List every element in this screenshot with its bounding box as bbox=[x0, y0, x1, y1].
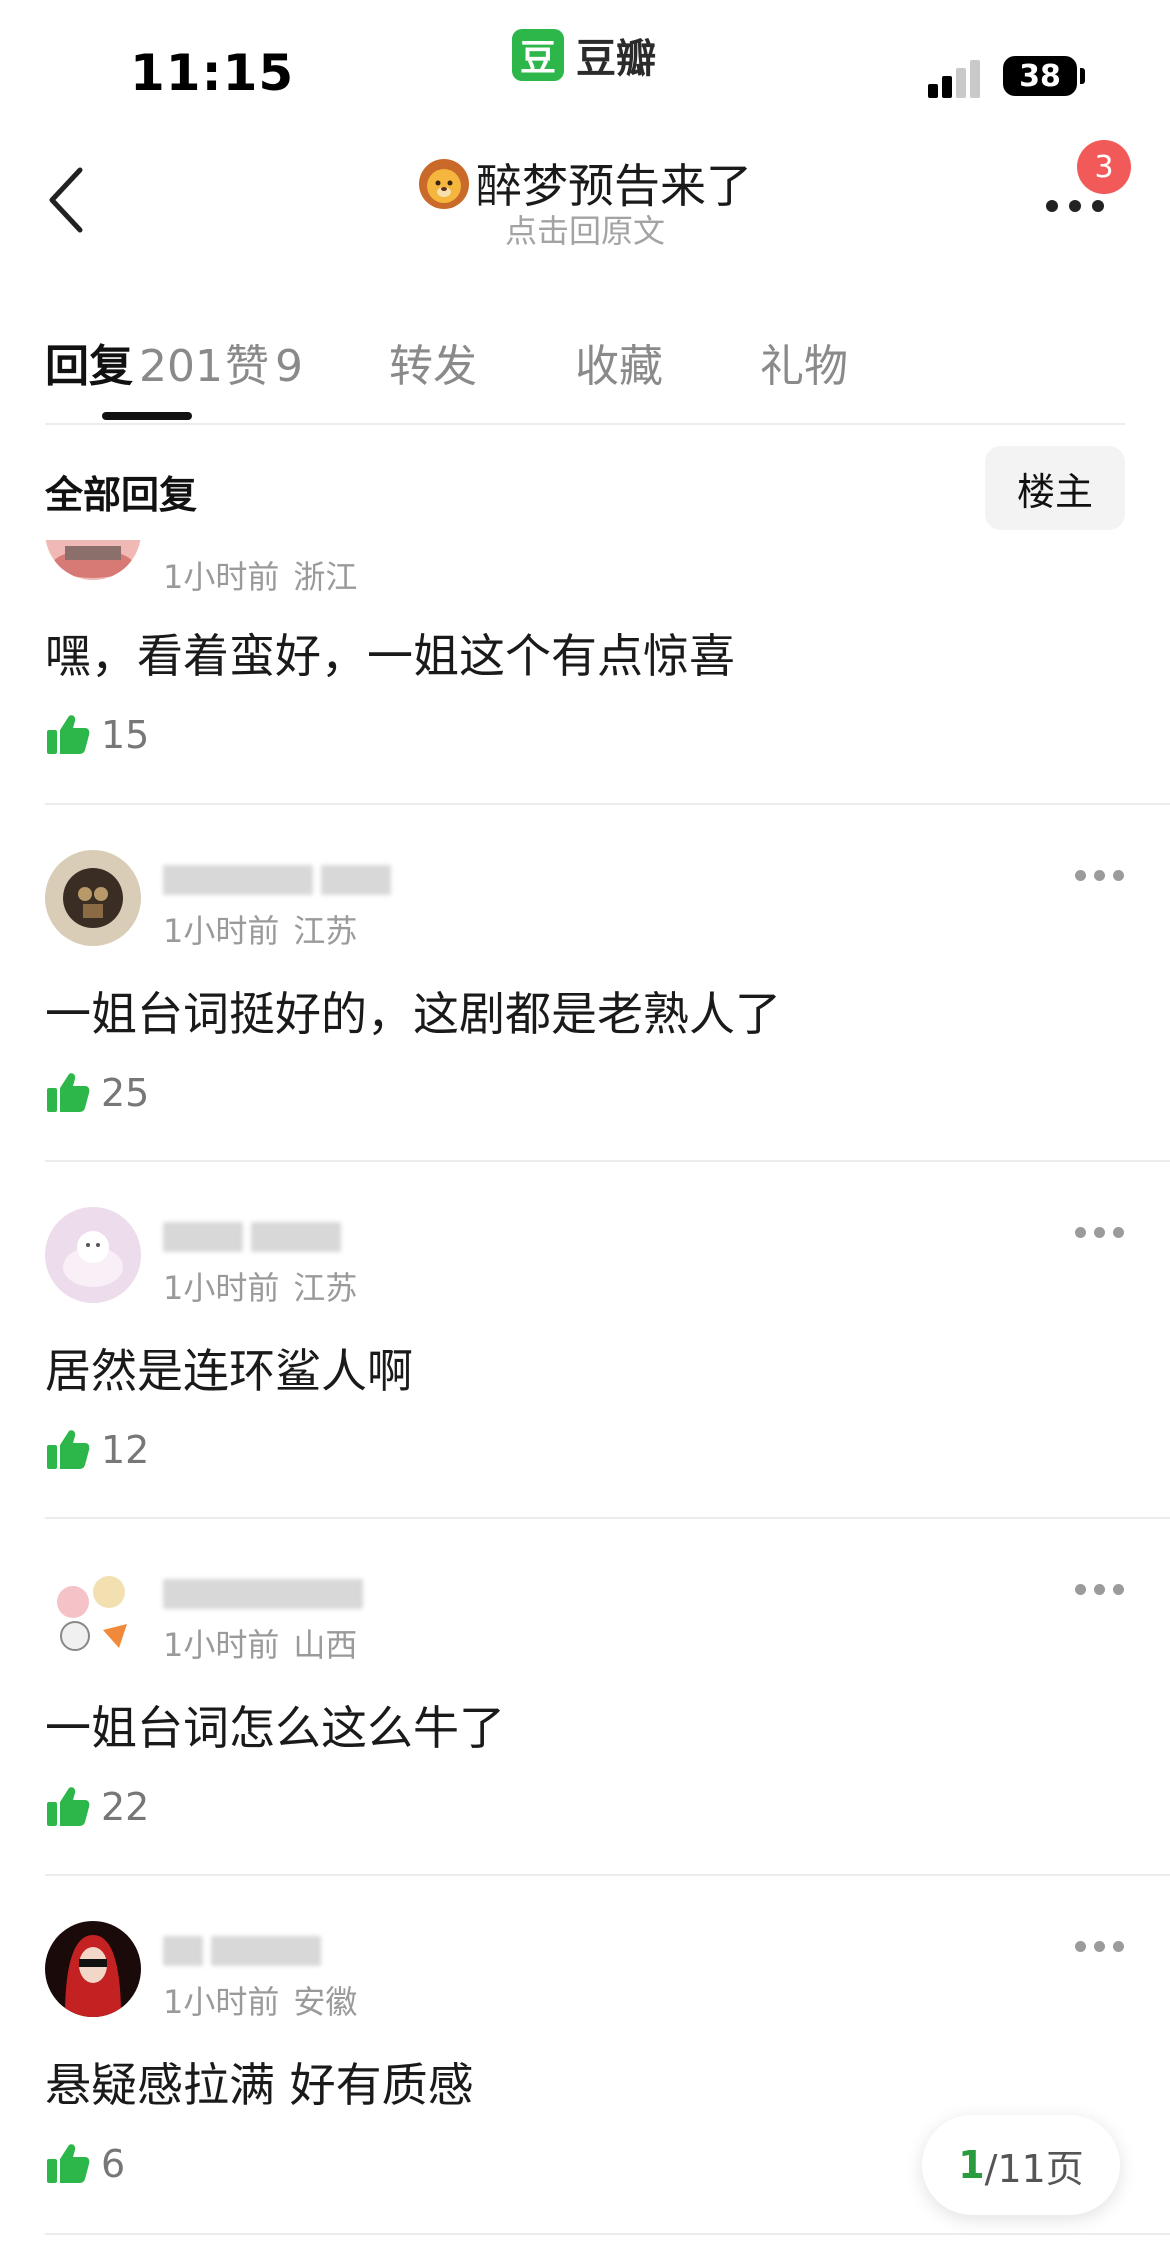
tab-reposts[interactable]: 转发 bbox=[389, 330, 477, 394]
comment-text: 悬疑感拉满 好有质感 bbox=[45, 2058, 474, 2112]
avatar[interactable] bbox=[45, 1921, 141, 2017]
status-time: 11:15 bbox=[130, 44, 295, 102]
avatar[interactable] bbox=[45, 1564, 141, 1660]
comment-meta: 1小时前 山西 bbox=[163, 1626, 358, 1664]
comment-item: 1小时前 江苏 居然是连环鲨人啊 12 bbox=[45, 1163, 1170, 1518]
current-page: 1 bbox=[958, 2143, 985, 2187]
username[interactable] bbox=[163, 1215, 349, 1255]
comment-text: 居然是连环鲨人啊 bbox=[45, 1344, 413, 1398]
active-tab-indicator bbox=[102, 412, 192, 420]
like-count: 6 bbox=[101, 2142, 126, 2186]
username[interactable] bbox=[163, 1572, 371, 1612]
like-button[interactable]: 15 bbox=[45, 710, 149, 760]
comment-more-icon[interactable] bbox=[1075, 868, 1125, 884]
tab-gifts[interactable]: 礼物 bbox=[760, 330, 848, 394]
comment-more-icon[interactable] bbox=[1075, 1582, 1125, 1598]
comment-item: 1小时前 山西 一姐台词怎么这么牛了 22 bbox=[45, 1520, 1170, 1875]
comment-more-icon[interactable] bbox=[1075, 1939, 1125, 1955]
status-bar: 11:15 豆 豆瓣 38 bbox=[0, 0, 1170, 130]
divider bbox=[45, 1160, 1170, 1162]
comment-text: 一姐台词怎么这么牛了 bbox=[45, 1701, 505, 1755]
like-button[interactable]: 22 bbox=[45, 1782, 149, 1832]
like-count: 25 bbox=[101, 1071, 150, 1115]
avatar[interactable] bbox=[45, 1207, 141, 1303]
thumbs-up-icon bbox=[47, 1073, 90, 1112]
comment-text: 一姐台词挺好的，这剧都是老熟人了 bbox=[45, 987, 781, 1041]
total-pages: /11页 bbox=[984, 2146, 1084, 2191]
divider bbox=[45, 1874, 1170, 1876]
nav-bar: 醉梦预告来了 点击回原文 3 bbox=[0, 130, 1170, 280]
app-indicator: 豆 豆瓣 bbox=[512, 28, 656, 82]
filter-row: 全部回复 楼主 bbox=[45, 440, 1125, 530]
signal-icon bbox=[928, 58, 988, 98]
app-name: 豆瓣 bbox=[576, 36, 656, 82]
tab-likes[interactable]: 赞9 bbox=[225, 330, 303, 394]
avatar[interactable] bbox=[45, 850, 141, 946]
divider bbox=[45, 803, 1170, 805]
like-count: 12 bbox=[101, 1428, 150, 1472]
comment-item: 1小时前 浙江 嘿，看着蛮好，一姐这个有点惊喜 15 bbox=[45, 540, 1170, 790]
like-button[interactable]: 12 bbox=[45, 1425, 149, 1475]
comment-more-icon[interactable] bbox=[1075, 1225, 1125, 1241]
owner-only-button[interactable]: 楼主 bbox=[985, 446, 1125, 530]
comment-meta: 1小时前 江苏 bbox=[163, 1269, 358, 1307]
like-button[interactable]: 25 bbox=[45, 1068, 149, 1118]
title-text: 醉梦预告来了 bbox=[476, 159, 752, 213]
username[interactable] bbox=[163, 1929, 329, 1969]
notification-badge: 3 bbox=[1077, 140, 1131, 194]
tab-bar: 回复 201 赞9 转发 收藏 礼物 bbox=[45, 300, 1125, 425]
tab-replies[interactable]: 回复 201 bbox=[45, 330, 223, 394]
douban-logo-icon: 豆 bbox=[512, 29, 564, 81]
thumbs-up-icon bbox=[47, 1787, 90, 1826]
all-replies-label: 全部回复 bbox=[45, 473, 198, 517]
tab-collections[interactable]: 收藏 bbox=[575, 330, 663, 394]
back-to-original-link[interactable]: 点击回原文 bbox=[0, 206, 1170, 252]
username[interactable] bbox=[163, 858, 399, 898]
comment-meta: 1小时前 浙江 bbox=[163, 558, 358, 596]
like-button[interactable]: 6 bbox=[45, 2139, 125, 2189]
like-count: 22 bbox=[101, 1785, 150, 1829]
comment-text: 嘿，看着蛮好，一姐这个有点惊喜 bbox=[45, 629, 735, 683]
comment-meta: 1小时前 江苏 bbox=[163, 912, 358, 950]
page-indicator[interactable]: 1/11页 bbox=[922, 2115, 1120, 2215]
lion-emoji-icon bbox=[419, 159, 469, 209]
thumbs-up-icon bbox=[47, 2144, 90, 2183]
battery-icon: 38 bbox=[1003, 56, 1077, 96]
thumbs-up-icon bbox=[47, 1430, 90, 1469]
comment-item: 1小时前 江苏 一姐台词挺好的，这剧都是老熟人了 25 bbox=[45, 806, 1170, 1161]
more-options-icon[interactable] bbox=[1040, 190, 1110, 220]
like-count: 15 bbox=[101, 713, 150, 757]
battery-tip bbox=[1080, 68, 1085, 84]
comment-meta: 1小时前 安徽 bbox=[163, 1983, 358, 2021]
thumbs-up-icon bbox=[47, 715, 90, 754]
divider bbox=[45, 2233, 1170, 2235]
divider bbox=[45, 1517, 1170, 1519]
